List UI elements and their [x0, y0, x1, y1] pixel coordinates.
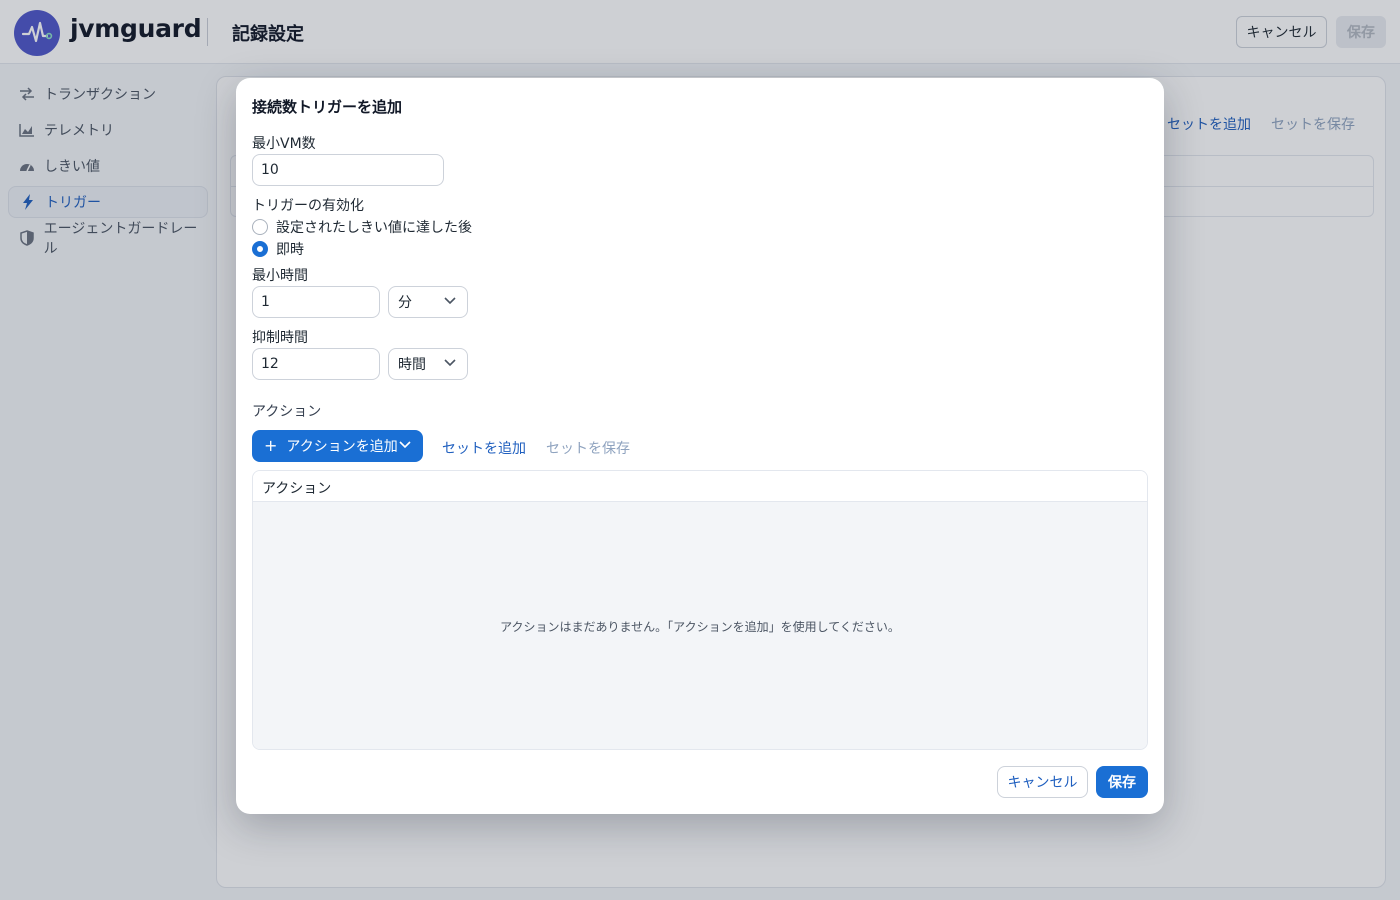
min-time-input[interactable] [252, 286, 380, 318]
radio-label: 設定されたしきい値に達した後 [276, 220, 472, 236]
min-time-unit-select[interactable]: 分 [388, 286, 468, 318]
min-vm-input[interactable] [252, 154, 444, 186]
select-value: 分 [398, 295, 412, 311]
actions-section-label: アクション [252, 404, 322, 420]
dialog-title: 接続数トリガーを追加 [252, 98, 403, 116]
min-vm-label: 最小VM数 [252, 136, 316, 152]
empty-state-text: アクションはまだありません。「アクションを追加」を使用してください。 [500, 620, 900, 634]
add-set-link[interactable]: セットを追加 [442, 438, 526, 458]
chevron-down-icon [444, 359, 456, 367]
activation-option-threshold[interactable]: 設定されたしきい値に達した後 [252, 217, 472, 237]
suppress-time-unit-select[interactable]: 時間 [388, 348, 468, 380]
save-set-link[interactable]: セットを保存 [546, 438, 630, 458]
radio-label: 即時 [276, 242, 304, 258]
suppress-time-label: 抑制時間 [252, 330, 308, 346]
actions-column-header: アクション [253, 471, 1147, 502]
min-time-label: 最小時間 [252, 268, 308, 284]
radio-checked[interactable] [252, 241, 268, 257]
select-value: 時間 [398, 357, 426, 373]
plus-icon: + [264, 436, 278, 455]
add-action-button[interactable]: + アクションを追加 [252, 430, 423, 462]
actions-empty-state: アクションはまだありません。「アクションを追加」を使用してください。 [253, 502, 1147, 749]
add-trigger-dialog: 接続数トリガーを追加 最小VM数 トリガーの有効化 設定されたしきい値に達した後… [236, 78, 1164, 814]
radio-unchecked[interactable] [252, 219, 268, 235]
activation-label: トリガーの有効化 [252, 198, 364, 214]
actions-table: アクション アクションはまだありません。「アクションを追加」を使用してください。 [252, 470, 1148, 750]
chevron-down-icon [444, 297, 456, 305]
chevron-down-icon [399, 441, 411, 449]
save-button[interactable]: 保存 [1096, 766, 1148, 798]
suppress-time-input[interactable] [252, 348, 380, 380]
add-action-label: アクションを追加 [286, 439, 398, 455]
cancel-button[interactable]: キャンセル [997, 766, 1088, 798]
activation-option-immediate[interactable]: 即時 [252, 239, 304, 259]
